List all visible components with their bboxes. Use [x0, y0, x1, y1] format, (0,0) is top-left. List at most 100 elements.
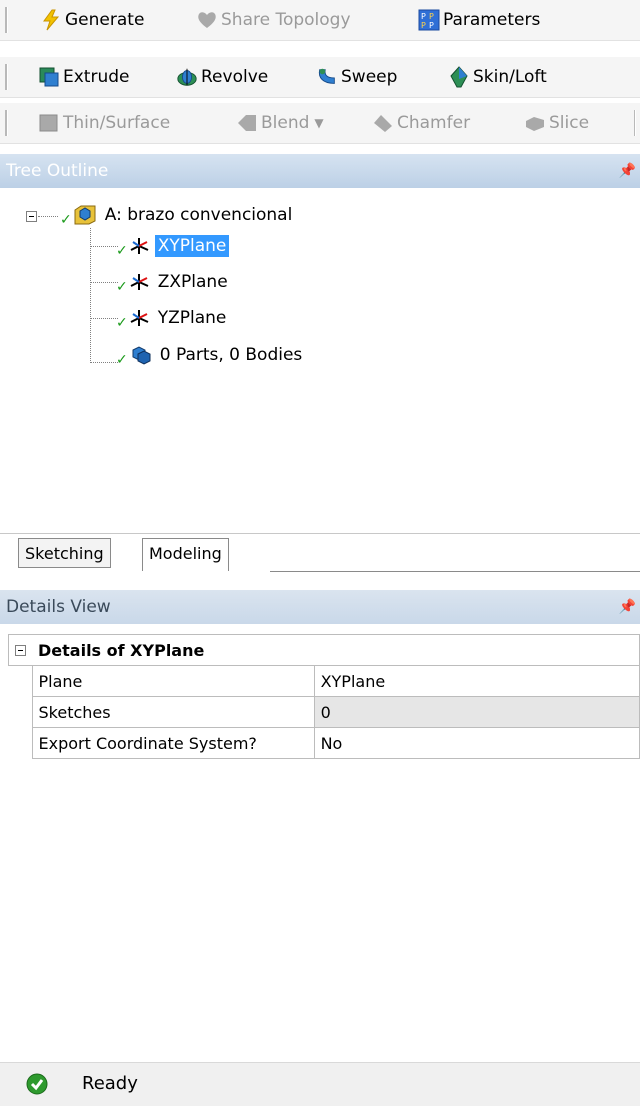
toolbar-modifiers: Thin/Surface Blend ▼ Chamfer Slice	[0, 103, 640, 144]
pin-icon[interactable]: 📌	[619, 154, 636, 188]
tab-sketching-label: Sketching	[25, 544, 104, 563]
svg-text:P: P	[421, 21, 426, 30]
chevron-down-icon[interactable]: ▼	[314, 116, 323, 130]
tree-outline-title: Tree Outline	[6, 161, 109, 181]
bodies-icon	[129, 345, 151, 365]
generate-label: Generate	[65, 10, 145, 30]
tree-item-label: XYPlane	[153, 234, 231, 258]
tree-item-zxplane[interactable]: ✓ ZXPlane	[116, 267, 231, 297]
tree-connector	[90, 318, 118, 319]
details-row-label: Export Coordinate System?	[31, 727, 315, 759]
details-view-header: Details View 📌	[0, 590, 640, 624]
chamfer-label: Chamfer	[397, 113, 471, 133]
toolbar-grip[interactable]	[5, 110, 8, 136]
details-group-title: Details of XYPlane	[32, 634, 640, 666]
check-icon: ✓	[60, 212, 72, 228]
thin-surface-icon	[38, 112, 60, 134]
skin-loft-button[interactable]: Skin/Loft	[448, 63, 547, 91]
toolbar-features: Extrude Revolve Sweep Skin/Loft	[0, 57, 640, 98]
skin-loft-label: Skin/Loft	[473, 67, 547, 87]
check-icon: ✓	[116, 352, 128, 368]
extrude-label: Extrude	[63, 67, 130, 87]
plane-axes-icon	[129, 272, 149, 292]
svg-text:P: P	[429, 12, 434, 21]
revolve-button[interactable]: Revolve	[176, 63, 268, 91]
sweep-label: Sweep	[341, 67, 398, 87]
tree-item-label: YZPlane	[157, 308, 227, 328]
tree-item-parts-bodies[interactable]: ✓ 0 Parts, 0 Bodies	[116, 340, 305, 370]
tab-modeling[interactable]: Modeling	[142, 538, 229, 571]
share-topology-label: Share Topology	[221, 10, 351, 30]
lightning-icon	[40, 9, 62, 31]
tree-outline: ✓ A: brazo convencional ✓ XYPlane ✓ ZXPl…	[0, 190, 640, 525]
tree-item-label: 0 Parts, 0 Bodies	[159, 345, 303, 365]
toolbar-separator	[634, 110, 636, 136]
svg-text:P: P	[421, 12, 426, 21]
tree-outline-header: Tree Outline 📌	[0, 154, 640, 188]
tree-root[interactable]: ✓ A: brazo convencional	[60, 200, 295, 230]
tree-connector	[90, 282, 118, 283]
parameters-icon: PPPP	[418, 9, 440, 31]
extrude-icon	[38, 66, 60, 88]
tree-item-xyplane[interactable]: ✓ XYPlane	[116, 231, 231, 261]
svg-text:P: P	[429, 21, 434, 30]
details-row[interactable]: Sketches 0	[9, 696, 640, 728]
slice-button[interactable]: Slice	[524, 109, 589, 137]
details-row[interactable]: Plane XYPlane	[9, 665, 640, 697]
tab-modeling-label: Modeling	[149, 544, 222, 563]
blend-label: Blend	[261, 113, 310, 133]
status-bar: Ready	[0, 1062, 640, 1106]
chamfer-button[interactable]: Chamfer	[372, 109, 470, 137]
thin-surface-button[interactable]: Thin/Surface	[38, 109, 170, 137]
check-icon: ✓	[116, 243, 128, 259]
tree-connector	[90, 246, 118, 247]
thin-surface-label: Thin/Surface	[63, 113, 171, 133]
skin-loft-icon	[448, 66, 470, 88]
collapse-icon[interactable]	[15, 644, 26, 656]
model-icon	[74, 205, 96, 225]
toolbar-grip[interactable]	[5, 7, 8, 33]
toolbar-grip[interactable]	[5, 64, 8, 90]
tree-root-label: A: brazo convencional	[104, 205, 293, 225]
tree-connector	[90, 362, 118, 363]
details-row[interactable]: Export Coordinate System? No	[9, 727, 640, 759]
generate-button[interactable]: Generate	[40, 6, 144, 34]
details-row-value[interactable]: XYPlane	[313, 665, 640, 697]
sweep-icon	[316, 66, 338, 88]
details-table: Details of XYPlane Plane XYPlane Sketche…	[8, 634, 640, 759]
check-icon: ✓	[116, 315, 128, 331]
revolve-label: Revolve	[201, 67, 269, 87]
extrude-button[interactable]: Extrude	[38, 63, 129, 91]
details-view-title: Details View	[6, 597, 111, 617]
blend-button[interactable]: Blend ▼	[236, 109, 324, 137]
plane-axes-icon	[129, 236, 149, 256]
status-text: Ready	[82, 1073, 138, 1094]
check-icon: ✓	[116, 279, 128, 295]
collapse-cell[interactable]	[8, 634, 32, 666]
blend-icon	[236, 112, 258, 134]
divider	[0, 533, 640, 534]
pin-icon[interactable]: 📌	[619, 590, 636, 624]
parameters-label: Parameters	[443, 10, 541, 30]
tree-item-label: ZXPlane	[157, 272, 228, 292]
details-row-value: 0	[313, 696, 640, 728]
collapse-icon[interactable]	[26, 211, 37, 222]
tree-item-yzplane[interactable]: ✓ YZPlane	[116, 303, 229, 333]
details-group-row: Details of XYPlane	[8, 634, 640, 666]
chamfer-icon	[372, 112, 394, 134]
share-topology-button[interactable]: Share Topology	[196, 6, 351, 34]
tab-strip-line	[270, 571, 640, 572]
sweep-button[interactable]: Sweep	[316, 63, 397, 91]
tree-connector	[38, 216, 58, 217]
details-row-value[interactable]: No	[313, 727, 640, 759]
tab-sketching[interactable]: Sketching	[18, 538, 111, 568]
details-row-label: Sketches	[31, 696, 315, 728]
slice-icon	[524, 112, 546, 134]
parameters-button[interactable]: PPPP Parameters	[418, 6, 540, 34]
toolbar-main: Generate Share Topology PPPP Parameters	[0, 0, 640, 41]
details-row-label: Plane	[31, 665, 315, 697]
plane-axes-icon	[129, 308, 149, 328]
tree-connector	[90, 228, 91, 363]
revolve-icon	[176, 66, 198, 88]
slice-label: Slice	[549, 113, 590, 133]
